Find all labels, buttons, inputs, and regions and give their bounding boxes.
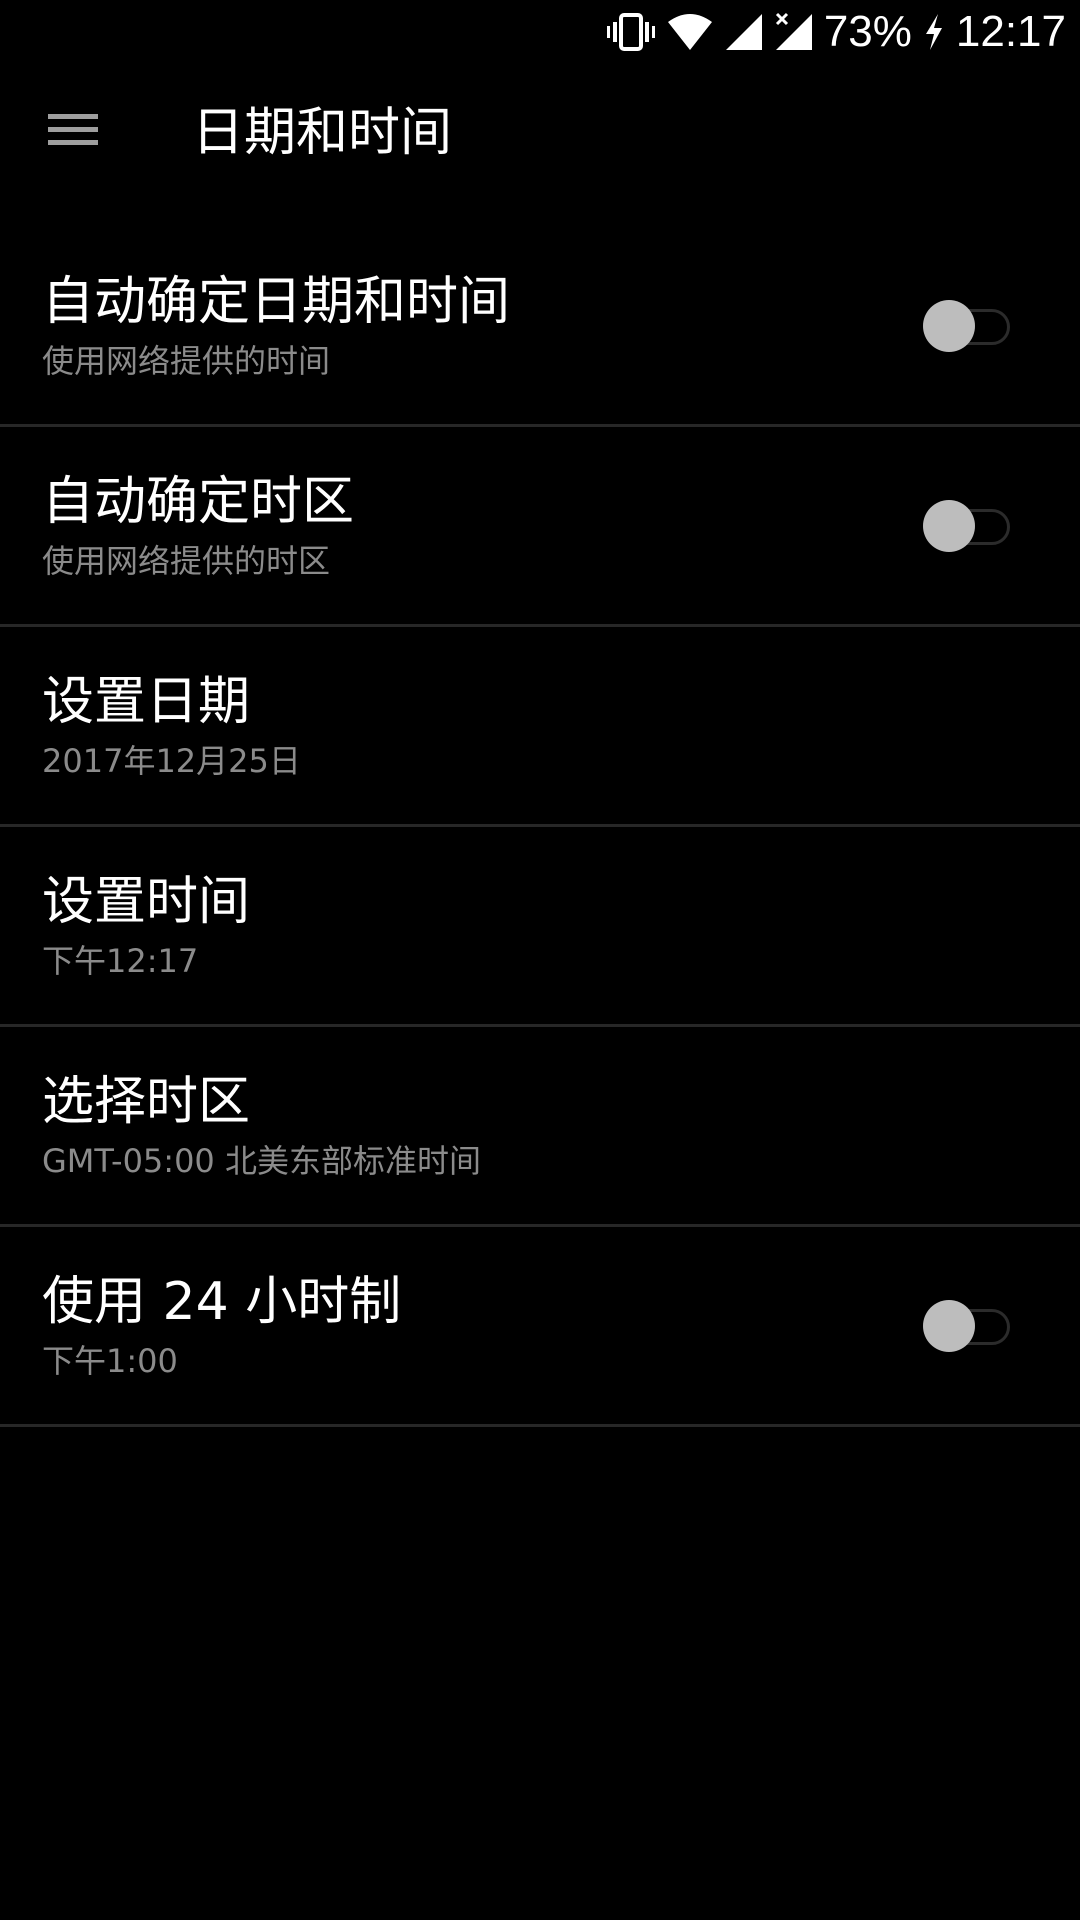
cell-signal-icon bbox=[724, 12, 764, 52]
setting-title: 设置时间 bbox=[42, 872, 251, 932]
battery-percent: 73% bbox=[823, 7, 912, 56]
switch-thumb bbox=[923, 1300, 975, 1352]
app-toolbar: 日期和时间 bbox=[0, 64, 1080, 208]
setting-auto-time-zone[interactable]: 自动确定时区 使用网络提供的时区 bbox=[0, 427, 1080, 627]
setting-set-date[interactable]: 设置日期 2017年12月25日 bbox=[0, 627, 1080, 827]
vibrate-icon bbox=[606, 12, 656, 52]
settings-list: 自动确定日期和时间 使用网络提供的时间 自动确定时区 使用网络提供的时区 设置日… bbox=[0, 227, 1080, 1427]
menu-button[interactable] bbox=[30, 102, 116, 162]
auto-time-zone-switch[interactable] bbox=[920, 497, 1012, 555]
page-title: 日期和时间 bbox=[192, 103, 453, 163]
setting-select-time-zone[interactable]: 选择时区 GMT-05:00 北美东部标准时间 bbox=[0, 1027, 1080, 1227]
status-bar: 73% 12:17 bbox=[0, 0, 1080, 64]
setting-title: 自动确定日期和时间 bbox=[42, 272, 511, 332]
setting-title: 使用 24 小时制 bbox=[42, 1272, 402, 1332]
setting-summary: GMT-05:00 北美东部标准时间 bbox=[42, 1142, 481, 1180]
auto-date-time-switch[interactable] bbox=[920, 297, 1012, 355]
setting-title: 设置日期 bbox=[42, 672, 251, 732]
setting-auto-date-time[interactable]: 自动确定日期和时间 使用网络提供的时间 bbox=[0, 227, 1080, 427]
setting-set-time[interactable]: 设置时间 下午12:17 bbox=[0, 827, 1080, 1027]
setting-title: 自动确定时区 bbox=[42, 472, 355, 532]
setting-summary: 使用网络提供的时区 bbox=[42, 542, 331, 580]
status-icons: 73% 12:17 bbox=[606, 0, 1066, 64]
setting-24-hour-format[interactable]: 使用 24 小时制 下午1:00 bbox=[0, 1227, 1080, 1427]
24-hour-format-switch[interactable] bbox=[920, 1297, 1012, 1355]
setting-summary: 下午12:17 bbox=[42, 942, 199, 980]
status-clock: 12:17 bbox=[955, 7, 1066, 56]
menu-icon bbox=[48, 112, 98, 152]
cell-signal-no-data-icon bbox=[774, 12, 814, 52]
setting-title: 选择时区 bbox=[42, 1072, 251, 1132]
setting-summary: 2017年12月25日 bbox=[42, 742, 301, 780]
switch-thumb bbox=[923, 500, 975, 552]
switch-thumb bbox=[923, 300, 975, 352]
setting-summary: 下午1:00 bbox=[42, 1342, 178, 1380]
wifi-icon bbox=[666, 12, 714, 52]
charging-icon bbox=[922, 12, 946, 52]
setting-summary: 使用网络提供的时间 bbox=[42, 342, 331, 380]
